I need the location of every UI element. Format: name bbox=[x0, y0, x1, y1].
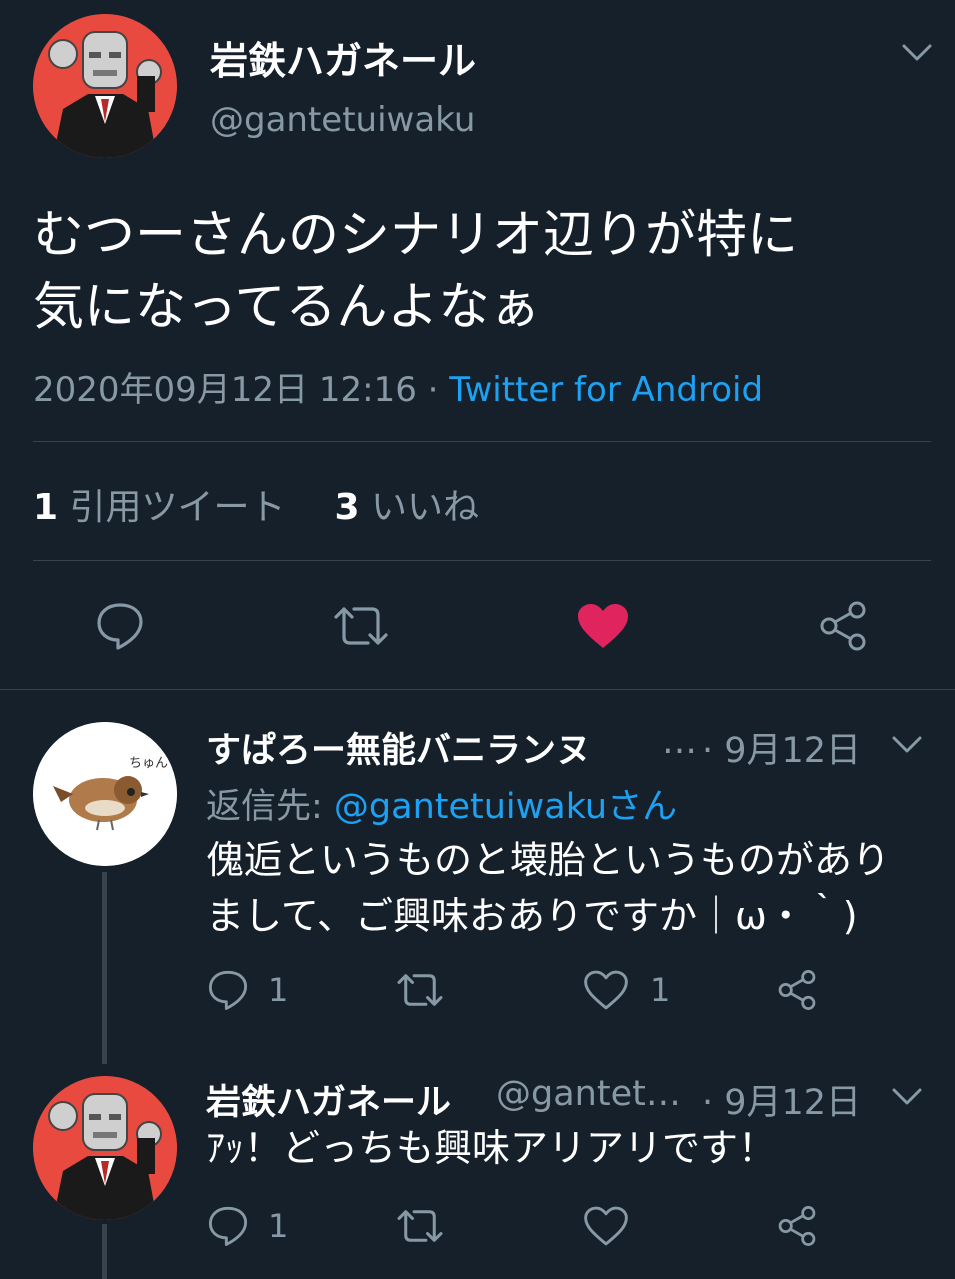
heart-icon bbox=[584, 970, 628, 1010]
reply-text-line: ｱｯ！どっちも興味アリアリです！ bbox=[206, 1126, 777, 1170]
like-button[interactable] bbox=[572, 598, 634, 654]
reply-date[interactable]: · 9月12日 bbox=[702, 1074, 861, 1125]
share-icon bbox=[778, 970, 816, 1010]
reply-text: ｱｯ！どっちも興味アリアリです！ bbox=[206, 1120, 936, 1176]
retweet-icon bbox=[397, 1210, 443, 1242]
meta-separator: · bbox=[416, 370, 450, 410]
reply-to-handle[interactable]: @gantetuiwakuさん bbox=[334, 787, 677, 827]
tweet-text: むつーさんのシナリオ辺りが特に 気になってるんよなぁ bbox=[33, 200, 933, 344]
reply-display-name[interactable]: すぱろー無能バニランヌ bbox=[206, 722, 591, 773]
reply-display-name[interactable]: 岩鉄ハガネール bbox=[206, 1074, 451, 1125]
quote-label: 引用ツイート bbox=[69, 487, 286, 528]
retweet-icon bbox=[397, 974, 443, 1006]
thread-line bbox=[102, 1224, 107, 1279]
like-count: 1 bbox=[650, 971, 671, 1009]
avatar-illustration bbox=[33, 14, 177, 158]
share-button[interactable] bbox=[774, 966, 820, 1014]
like-stat[interactable]: 3 いいね bbox=[334, 487, 479, 528]
like-label: いいね bbox=[370, 487, 479, 528]
share-button[interactable] bbox=[814, 598, 872, 654]
divider bbox=[33, 441, 931, 442]
reply-button[interactable]: 1 bbox=[206, 1202, 288, 1250]
reply-text-line: まして、ご興味おありですか｜ω・｀) bbox=[206, 894, 858, 938]
sparrow-illustration bbox=[33, 722, 177, 866]
tweet-text-line: 気になってるんよなぁ bbox=[33, 278, 541, 337]
quote-stat[interactable]: 1 引用ツイート bbox=[33, 487, 286, 528]
chevron-down-icon[interactable] bbox=[900, 40, 934, 68]
reply-to-line: 返信先: @gantetuiwakuさん bbox=[206, 778, 677, 829]
like-button[interactable]: 1 bbox=[584, 966, 670, 1014]
quote-count: 1 bbox=[33, 487, 59, 528]
reply-header: 岩鉄ハガネール @gantet… · 9月12日 bbox=[206, 1074, 926, 1124]
reply-icon bbox=[97, 603, 143, 650]
tweet-stats: 1 引用ツイート 3 いいね bbox=[33, 478, 479, 530]
author-handle[interactable]: @gantetuiwaku bbox=[210, 100, 475, 140]
reply-count: 1 bbox=[268, 1207, 289, 1245]
avatar-caption: ちゅん bbox=[129, 756, 169, 771]
reply-text: 傀逅というものと壊胎というものがあり まして、ご興味おありですか｜ω・｀) bbox=[206, 832, 936, 944]
reply-author-avatar[interactable] bbox=[33, 1076, 177, 1220]
name-ellipsis: … bbox=[662, 722, 697, 762]
share-icon bbox=[778, 1206, 816, 1246]
share-button[interactable] bbox=[774, 1202, 820, 1250]
like-button[interactable] bbox=[584, 1202, 628, 1250]
heart-icon bbox=[578, 604, 628, 648]
author-display-name[interactable]: 岩鉄ハガネール bbox=[210, 30, 476, 85]
reply-button[interactable] bbox=[90, 598, 150, 654]
like-count: 3 bbox=[334, 487, 360, 528]
avatar-illustration bbox=[33, 1076, 177, 1220]
reply-header: すぱろー無能バニランヌ … · 9月12日 bbox=[206, 722, 926, 772]
reply-count: 1 bbox=[268, 971, 289, 1009]
tweet-text-line: むつーさんのシナリオ辺りが特に bbox=[33, 206, 799, 265]
reply-icon bbox=[208, 1206, 248, 1246]
reply-button[interactable]: 1 bbox=[206, 966, 288, 1014]
retweet-button[interactable] bbox=[328, 598, 394, 654]
retweet-button[interactable] bbox=[392, 966, 448, 1014]
chevron-down-icon[interactable] bbox=[890, 732, 924, 760]
reply-date[interactable]: · 9月12日 bbox=[702, 722, 861, 773]
author-avatar[interactable] bbox=[33, 14, 177, 158]
reply-icon bbox=[208, 970, 248, 1010]
reply-author-avatar[interactable]: ちゅん bbox=[33, 722, 177, 866]
tweet-timestamp[interactable]: 2020年09月12日 12:16 bbox=[33, 370, 417, 410]
share-icon bbox=[820, 601, 866, 651]
section-divider bbox=[0, 689, 955, 690]
heart-icon bbox=[584, 1206, 628, 1246]
retweet-icon bbox=[334, 607, 388, 645]
reply-to-label: 返信先: bbox=[206, 787, 334, 827]
reply-text-line: 傀逅というものと壊胎というものがあり bbox=[206, 838, 891, 882]
retweet-button[interactable] bbox=[392, 1202, 448, 1250]
thread-line bbox=[102, 872, 107, 1064]
tweet-source-link[interactable]: Twitter for Android bbox=[449, 370, 763, 410]
reply-handle[interactable]: @gantet… bbox=[496, 1074, 681, 1114]
divider bbox=[33, 560, 931, 561]
tweet-meta: 2020年09月12日 12:16 · Twitter for Android bbox=[33, 362, 763, 411]
chevron-down-icon[interactable] bbox=[890, 1084, 924, 1112]
